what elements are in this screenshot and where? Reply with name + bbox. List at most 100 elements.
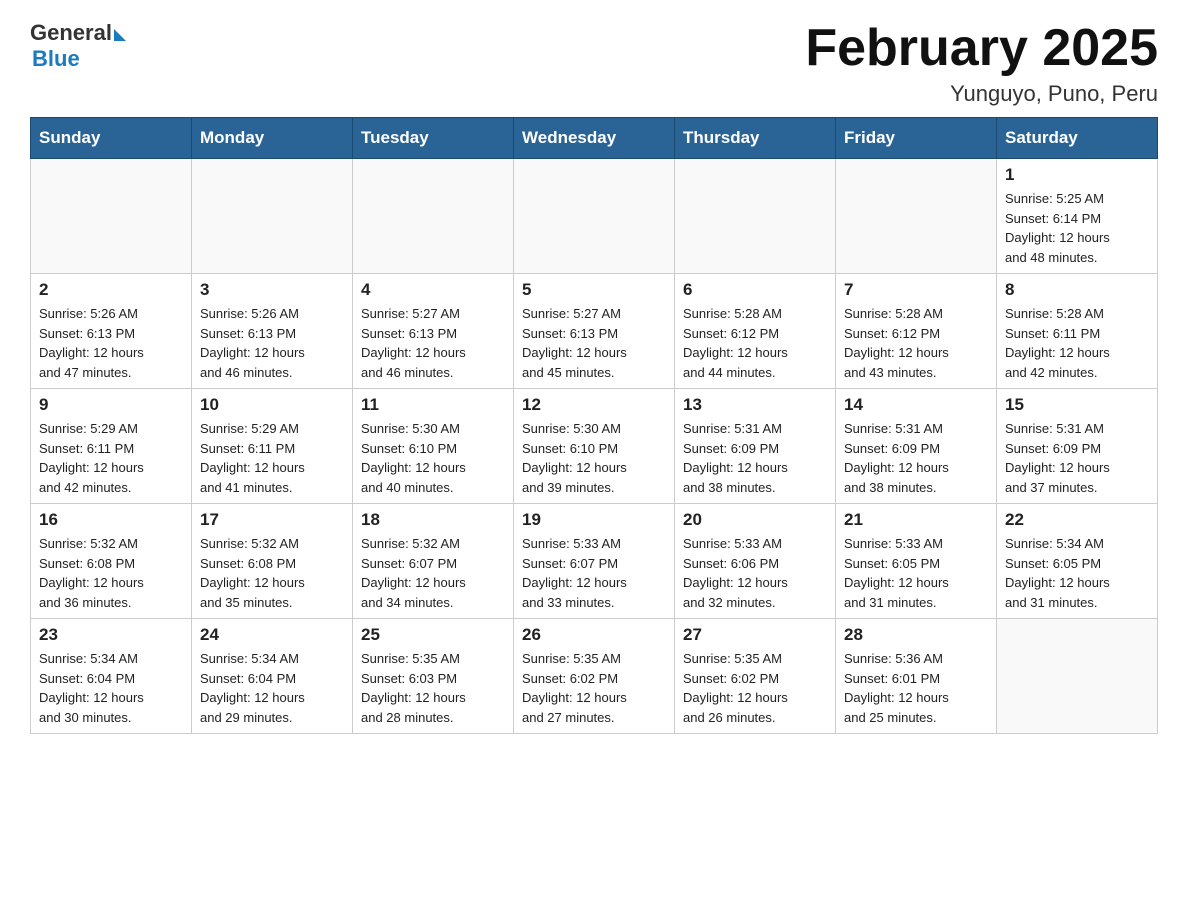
calendar-cell: 18 Sunrise: 5:32 AM Sunset: 6:07 PM Dayli… (353, 504, 514, 619)
calendar-body: 1 Sunrise: 5:25 AM Sunset: 6:14 PM Daylig… (31, 159, 1158, 734)
calendar-week-row: 16 Sunrise: 5:32 AM Sunset: 6:08 PM Dayli… (31, 504, 1158, 619)
calendar-cell: 19Sunrise: 5:33 AM Sunset: 6:07 PM Dayli… (514, 504, 675, 619)
calendar-cell (514, 159, 675, 274)
day-number: 19 (522, 510, 666, 530)
page-header: General Blue February 2025 Yunguyo, Puno… (30, 20, 1158, 107)
calendar-cell: 5 Sunrise: 5:27 AM Sunset: 6:13 PM Daylig… (514, 274, 675, 389)
day-number: 24 (200, 625, 344, 645)
calendar-table: SundayMondayTuesdayWednesdayThursdayFrid… (30, 117, 1158, 734)
day-number: 2 (39, 280, 183, 300)
day-info: Sunrise: 5:33 AM Sunset: 6:05 PM Dayligh… (844, 536, 949, 610)
day-info: Sunrise: 5:31 AM Sunset: 6:09 PM Dayligh… (683, 421, 788, 495)
day-number: 4 (361, 280, 505, 300)
day-info: Sunrise: 5:34 AM Sunset: 6:04 PM Dayligh… (200, 651, 305, 725)
calendar-week-row: 9 Sunrise: 5:29 AM Sunset: 6:11 PM Daylig… (31, 389, 1158, 504)
day-number: 9 (39, 395, 183, 415)
day-number: 15 (1005, 395, 1149, 415)
day-number: 12 (522, 395, 666, 415)
logo-general-text: General (30, 20, 112, 46)
calendar-cell: 16 Sunrise: 5:32 AM Sunset: 6:08 PM Dayli… (31, 504, 192, 619)
weekday-header-monday: Monday (192, 118, 353, 159)
logo-blue-text: Blue (32, 46, 126, 72)
day-info: Sunrise: 5:29 AM Sunset: 6:11 PM Dayligh… (39, 421, 144, 495)
calendar-cell: 22Sunrise: 5:34 AM Sunset: 6:05 PM Dayli… (997, 504, 1158, 619)
calendar-week-row: 2 Sunrise: 5:26 AM Sunset: 6:13 PM Daylig… (31, 274, 1158, 389)
day-number: 10 (200, 395, 344, 415)
day-info: Sunrise: 5:26 AM Sunset: 6:13 PM Dayligh… (39, 306, 144, 380)
calendar-cell: 6Sunrise: 5:28 AM Sunset: 6:12 PM Daylig… (675, 274, 836, 389)
day-number: 13 (683, 395, 827, 415)
calendar-cell: 12 Sunrise: 5:30 AM Sunset: 6:10 PM Dayli… (514, 389, 675, 504)
day-info: Sunrise: 5:36 AM Sunset: 6:01 PM Dayligh… (844, 651, 949, 725)
day-info: Sunrise: 5:25 AM Sunset: 6:14 PM Dayligh… (1005, 191, 1110, 265)
day-info: Sunrise: 5:35 AM Sunset: 6:03 PM Dayligh… (361, 651, 466, 725)
day-info: Sunrise: 5:30 AM Sunset: 6:10 PM Dayligh… (361, 421, 466, 495)
weekday-header-sunday: Sunday (31, 118, 192, 159)
day-number: 28 (844, 625, 988, 645)
calendar-cell: 21 Sunrise: 5:33 AM Sunset: 6:05 PM Dayli… (836, 504, 997, 619)
day-info: Sunrise: 5:28 AM Sunset: 6:12 PM Dayligh… (844, 306, 949, 380)
day-number: 21 (844, 510, 988, 530)
day-info: Sunrise: 5:34 AM Sunset: 6:04 PM Dayligh… (39, 651, 144, 725)
weekday-header-wednesday: Wednesday (514, 118, 675, 159)
calendar-cell: 8Sunrise: 5:28 AM Sunset: 6:11 PM Daylig… (997, 274, 1158, 389)
calendar-cell: 26Sunrise: 5:35 AM Sunset: 6:02 PM Dayli… (514, 619, 675, 734)
day-info: Sunrise: 5:27 AM Sunset: 6:13 PM Dayligh… (361, 306, 466, 380)
day-info: Sunrise: 5:34 AM Sunset: 6:05 PM Dayligh… (1005, 536, 1110, 610)
calendar-cell (192, 159, 353, 274)
title-block: February 2025 Yunguyo, Puno, Peru (805, 20, 1158, 107)
calendar-cell: 13 Sunrise: 5:31 AM Sunset: 6:09 PM Dayli… (675, 389, 836, 504)
calendar-cell: 27Sunrise: 5:35 AM Sunset: 6:02 PM Dayli… (675, 619, 836, 734)
calendar-header: SundayMondayTuesdayWednesdayThursdayFrid… (31, 118, 1158, 159)
day-number: 5 (522, 280, 666, 300)
day-number: 11 (361, 395, 505, 415)
day-number: 6 (683, 280, 827, 300)
day-number: 14 (844, 395, 988, 415)
day-info: Sunrise: 5:31 AM Sunset: 6:09 PM Dayligh… (844, 421, 949, 495)
weekday-header-thursday: Thursday (675, 118, 836, 159)
calendar-cell (353, 159, 514, 274)
calendar-cell: 25 Sunrise: 5:35 AM Sunset: 6:03 PM Dayli… (353, 619, 514, 734)
day-info: Sunrise: 5:30 AM Sunset: 6:10 PM Dayligh… (522, 421, 627, 495)
calendar-cell: 7 Sunrise: 5:28 AM Sunset: 6:12 PM Daylig… (836, 274, 997, 389)
calendar-cell (31, 159, 192, 274)
calendar-cell: 4 Sunrise: 5:27 AM Sunset: 6:13 PM Daylig… (353, 274, 514, 389)
day-number: 16 (39, 510, 183, 530)
day-number: 18 (361, 510, 505, 530)
calendar-cell: 15Sunrise: 5:31 AM Sunset: 6:09 PM Dayli… (997, 389, 1158, 504)
weekday-header-row: SundayMondayTuesdayWednesdayThursdayFrid… (31, 118, 1158, 159)
day-info: Sunrise: 5:27 AM Sunset: 6:13 PM Dayligh… (522, 306, 627, 380)
calendar-cell (997, 619, 1158, 734)
calendar-cell: 1 Sunrise: 5:25 AM Sunset: 6:14 PM Daylig… (997, 159, 1158, 274)
day-info: Sunrise: 5:32 AM Sunset: 6:08 PM Dayligh… (39, 536, 144, 610)
day-info: Sunrise: 5:29 AM Sunset: 6:11 PM Dayligh… (200, 421, 305, 495)
day-number: 25 (361, 625, 505, 645)
calendar-cell: 11 Sunrise: 5:30 AM Sunset: 6:10 PM Dayli… (353, 389, 514, 504)
calendar-cell: 23 Sunrise: 5:34 AM Sunset: 6:04 PM Dayli… (31, 619, 192, 734)
calendar-cell (836, 159, 997, 274)
day-info: Sunrise: 5:32 AM Sunset: 6:07 PM Dayligh… (361, 536, 466, 610)
calendar-cell: 14 Sunrise: 5:31 AM Sunset: 6:09 PM Dayli… (836, 389, 997, 504)
day-number: 7 (844, 280, 988, 300)
calendar-cell: 10 Sunrise: 5:29 AM Sunset: 6:11 PM Dayli… (192, 389, 353, 504)
logo-arrow-icon (114, 29, 126, 41)
calendar-week-row: 1 Sunrise: 5:25 AM Sunset: 6:14 PM Daylig… (31, 159, 1158, 274)
calendar-cell: 17 Sunrise: 5:32 AM Sunset: 6:08 PM Dayli… (192, 504, 353, 619)
calendar-cell: 3Sunrise: 5:26 AM Sunset: 6:13 PM Daylig… (192, 274, 353, 389)
day-number: 23 (39, 625, 183, 645)
calendar-week-row: 23 Sunrise: 5:34 AM Sunset: 6:04 PM Dayli… (31, 619, 1158, 734)
day-number: 20 (683, 510, 827, 530)
day-info: Sunrise: 5:28 AM Sunset: 6:11 PM Dayligh… (1005, 306, 1110, 380)
day-number: 17 (200, 510, 344, 530)
calendar-cell: 20Sunrise: 5:33 AM Sunset: 6:06 PM Dayli… (675, 504, 836, 619)
calendar-title: February 2025 (805, 20, 1158, 77)
calendar-cell: 28 Sunrise: 5:36 AM Sunset: 6:01 PM Dayli… (836, 619, 997, 734)
day-number: 1 (1005, 165, 1149, 185)
day-info: Sunrise: 5:32 AM Sunset: 6:08 PM Dayligh… (200, 536, 305, 610)
logo: General Blue (30, 20, 126, 72)
calendar-subtitle: Yunguyo, Puno, Peru (805, 81, 1158, 107)
day-number: 3 (200, 280, 344, 300)
calendar-cell: 2 Sunrise: 5:26 AM Sunset: 6:13 PM Daylig… (31, 274, 192, 389)
weekday-header-tuesday: Tuesday (353, 118, 514, 159)
day-number: 26 (522, 625, 666, 645)
